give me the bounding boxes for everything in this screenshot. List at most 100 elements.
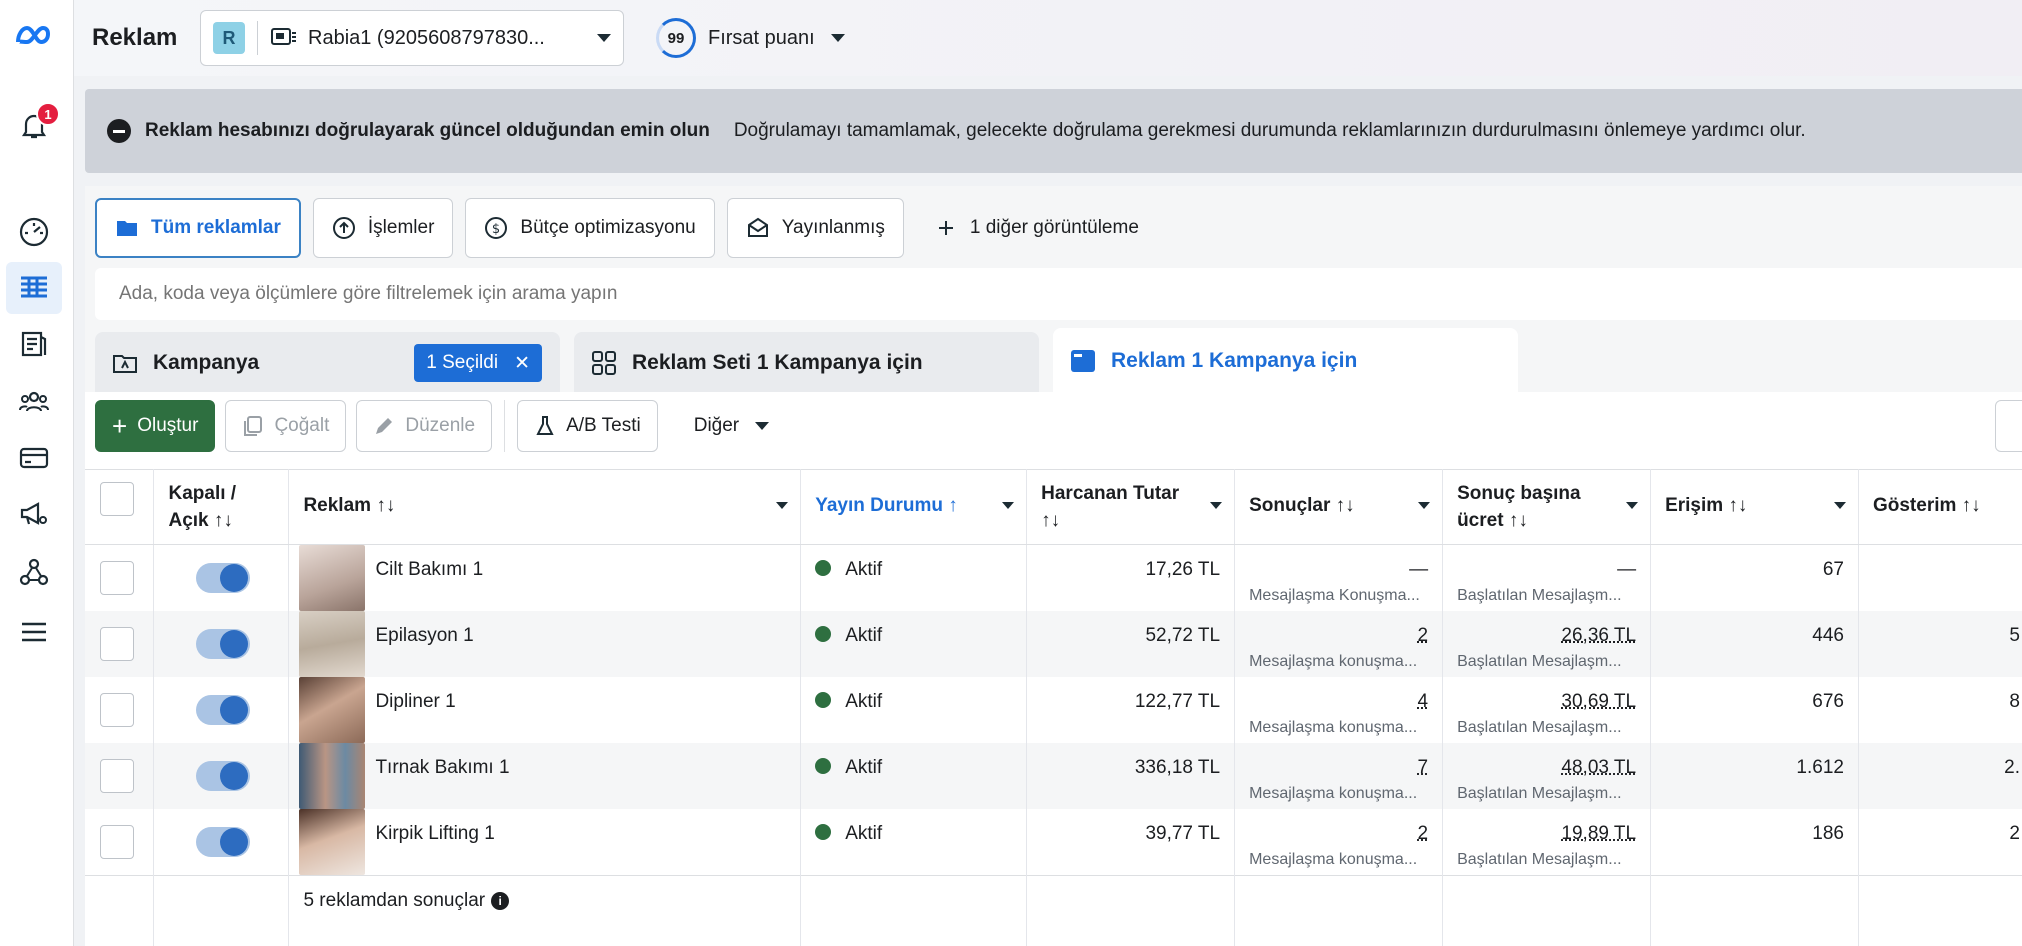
column-status-header[interactable]: Yayın Durumu ↑ xyxy=(800,469,1028,545)
ad-name[interactable]: Epilasyon 1 xyxy=(375,625,473,646)
selected-filter-chip[interactable]: 1 Seçildi ✕ xyxy=(414,344,542,382)
more-label: Diğer xyxy=(693,415,740,436)
campaign-folder-icon xyxy=(113,355,137,373)
header-label: ↑↓ xyxy=(1041,510,1061,531)
header-label: Yayın Durumu ↑ xyxy=(815,495,958,516)
billing-card-icon[interactable] xyxy=(14,438,54,478)
table-row[interactable]: Cilt Bakımı 1 Aktif 17,26 TL — Mesajlaşma… xyxy=(85,544,2022,611)
table-row[interactable]: Epilasyon 1 Aktif 52,72 TL 2 Mesajlaşma k… xyxy=(85,611,2022,677)
results-value[interactable]: 2 xyxy=(1249,625,1429,647)
account-selector[interactable]: R Rabia1 (9205608797830... xyxy=(200,10,624,66)
select-all-checkbox[interactable] xyxy=(100,482,134,516)
ad-thumbnail[interactable] xyxy=(299,809,366,875)
chevron-down-icon[interactable] xyxy=(1418,502,1431,509)
status-label: Aktif xyxy=(845,559,883,580)
columns-icon[interactable] xyxy=(1995,400,2022,452)
search-input[interactable] xyxy=(95,268,2022,320)
ad-toggle-switch[interactable] xyxy=(196,827,251,857)
cost-value[interactable]: 19,89 TL xyxy=(1457,823,1636,845)
divider xyxy=(257,21,258,55)
results-type: Mesajlaşma konuşma... xyxy=(1249,851,1418,868)
view-budget-optimization-button[interactable]: $ Bütçe optimizasyonu xyxy=(465,198,715,258)
menu-hamburger-icon[interactable] xyxy=(14,612,54,652)
row-checkbox[interactable] xyxy=(100,561,134,595)
notification-count-badge: 1 xyxy=(36,102,60,126)
ad-name[interactable]: Cilt Bakımı 1 xyxy=(375,559,483,580)
header-label: Reklam ↑↓ xyxy=(303,495,396,516)
view-published-button[interactable]: Yayınlanmış xyxy=(726,198,904,258)
ad-toggle-switch[interactable] xyxy=(196,563,251,593)
ad-toggle-switch[interactable] xyxy=(196,695,251,725)
notifications-bell-icon[interactable]: 1 xyxy=(14,102,60,146)
meta-logo-icon[interactable] xyxy=(12,16,56,56)
ad-thumbnail[interactable] xyxy=(299,545,366,611)
ad-thumbnail[interactable] xyxy=(299,743,366,809)
column-results-header[interactable]: Sonuçlar ↑↓ xyxy=(1234,469,1444,545)
ads-manager-table-icon[interactable] xyxy=(6,262,62,314)
more-views-button[interactable]: 1 diğer görüntüleme xyxy=(916,198,1157,258)
chevron-down-icon[interactable] xyxy=(1833,502,1846,509)
pages-catalog-icon[interactable] xyxy=(14,324,54,364)
row-checkbox[interactable] xyxy=(100,825,134,859)
ad-thumbnail[interactable] xyxy=(299,677,366,743)
view-all-ads-button[interactable]: Tüm reklamlar xyxy=(95,198,301,258)
status-dot xyxy=(815,626,832,642)
tab-campaigns[interactable]: Kampanya 1 Seçildi ✕ xyxy=(95,332,560,394)
cost-value[interactable]: 30,69 TL xyxy=(1457,691,1636,713)
cost-type: Başlatılan Mesajlaşm... xyxy=(1457,587,1622,604)
table-row[interactable]: Dipliner 1 Aktif 122,77 TL 4 Mesajlaşma k… xyxy=(85,677,2022,743)
view-actions-button[interactable]: İşlemler xyxy=(312,198,454,258)
account-name: Rabia1 (9205608797830... xyxy=(308,26,545,49)
close-icon[interactable]: ✕ xyxy=(514,352,530,375)
business-tools-network-icon[interactable] xyxy=(14,552,54,592)
column-cost-header[interactable]: Sonuç başına ücret ↑↓ xyxy=(1442,469,1652,545)
tab-label: Kampanya xyxy=(153,351,260,374)
ab-test-button[interactable]: A/B Testi xyxy=(517,400,658,452)
ad-thumbnail[interactable] xyxy=(299,611,366,677)
results-value[interactable]: 4 xyxy=(1249,691,1429,713)
ad-name[interactable]: Dipliner 1 xyxy=(375,691,455,712)
chevron-down-icon[interactable] xyxy=(1210,502,1223,509)
chevron-down-icon[interactable] xyxy=(776,502,789,509)
results-type: Mesajlaşma Konuşma... xyxy=(1249,587,1420,604)
tab-ads[interactable]: Reklam 1 Kampanya için xyxy=(1053,328,1518,394)
ad-toggle-switch[interactable] xyxy=(196,629,251,659)
row-checkbox[interactable] xyxy=(100,627,134,661)
info-icon[interactable]: i xyxy=(491,892,510,910)
impressions-cell: 5 xyxy=(1858,611,2022,677)
ad-toggle-switch[interactable] xyxy=(196,761,251,791)
edit-button[interactable]: Düzenle xyxy=(356,400,493,452)
column-ad-header[interactable]: Reklam ↑↓ xyxy=(288,469,802,545)
tab-ad-sets[interactable]: Reklam Seti 1 Kampanya için xyxy=(574,332,1039,394)
create-button[interactable]: + Oluştur xyxy=(95,400,216,452)
row-checkbox[interactable] xyxy=(100,693,134,727)
tab-label: Reklam Seti 1 Kampanya için xyxy=(632,351,923,374)
results-value[interactable]: 7 xyxy=(1249,757,1429,779)
table-row[interactable]: Tırnak Bakımı 1 Aktif 336,18 TL 7 Mesajla… xyxy=(85,743,2022,809)
cost-value[interactable]: 48,03 TL xyxy=(1457,757,1636,779)
table-row[interactable]: Kirpik Lifting 1 Aktif 39,77 TL 2 Mesajla… xyxy=(85,809,2022,876)
ad-name[interactable]: Kirpik Lifting 1 xyxy=(375,823,494,844)
ad-name[interactable]: Tırnak Bakımı 1 xyxy=(375,757,509,778)
advertising-settings-megaphone-icon[interactable] xyxy=(14,494,54,534)
cost-value[interactable]: 26,36 TL xyxy=(1457,625,1636,647)
opportunity-score-button[interactable]: 99 Fırsat puanı xyxy=(656,18,845,58)
column-spent-header[interactable]: Harcanan Tutar ↑↓ xyxy=(1026,469,1236,545)
column-impressions-header[interactable]: Gösterim ↑↓ xyxy=(1858,469,2022,545)
table-summary-row: 5 reklamdan sonuçlar i xyxy=(85,875,2022,946)
ads-table-sheet: + Oluştur Çoğalt Düzenle A/B Testi Diğer xyxy=(85,392,2022,946)
chevron-down-icon[interactable] xyxy=(1002,502,1015,509)
duplicate-button[interactable]: Çoğalt xyxy=(225,400,347,452)
more-actions-dropdown[interactable]: Diğer xyxy=(677,400,786,452)
column-toggle-header[interactable]: Kapalı / Açık ↑↓ xyxy=(153,469,290,545)
reach-cell: 186 xyxy=(1650,809,1859,876)
reach-cell: 67 xyxy=(1650,544,1859,611)
results-value[interactable]: 2 xyxy=(1249,823,1429,845)
alert-title: Reklam hesabınızı doğrulayarak güncel ol… xyxy=(145,120,710,141)
column-reach-header[interactable]: Erişim ↑↓ xyxy=(1650,469,1859,545)
audiences-people-icon[interactable] xyxy=(14,382,54,422)
chevron-down-icon[interactable] xyxy=(1626,502,1639,509)
dashboard-gauge-icon[interactable] xyxy=(14,212,54,252)
table-toolbar: + Oluştur Çoğalt Düzenle A/B Testi Diğer xyxy=(95,400,786,452)
row-checkbox[interactable] xyxy=(100,759,134,793)
